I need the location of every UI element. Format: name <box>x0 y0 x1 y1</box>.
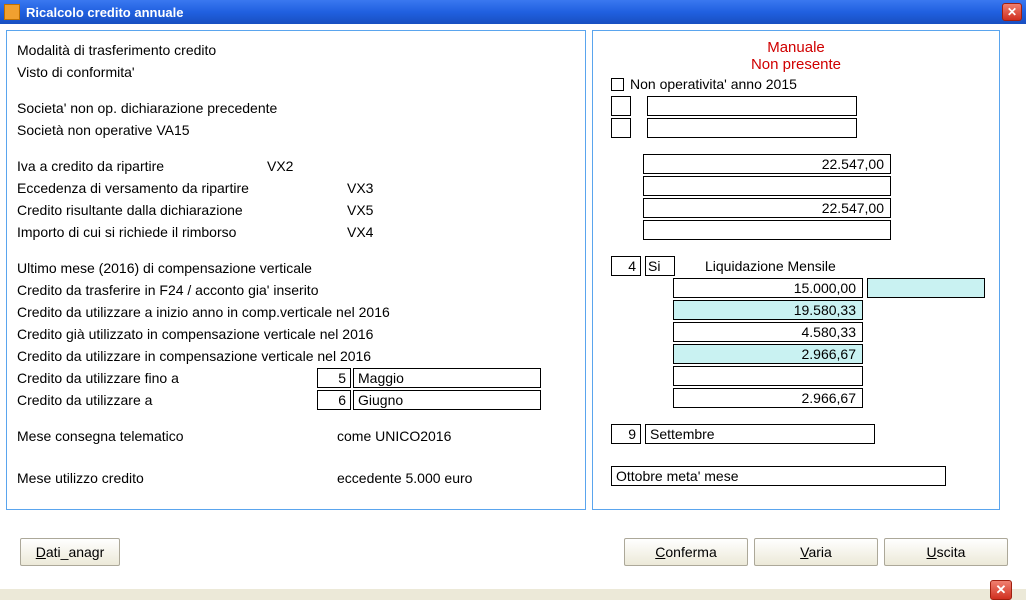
label-iva-credito: Iva a credito da ripartire <box>17 158 267 174</box>
field-soc-prec[interactable] <box>647 96 857 116</box>
field-fino-a[interactable] <box>673 366 863 386</box>
label-ultimo-mese: Ultimo mese (2016) di compensazione vert… <box>17 260 312 276</box>
code-vx3: VX3 <box>347 180 427 196</box>
field-ultimo-num[interactable]: 4 <box>611 256 641 276</box>
label-importo-rimb: Importo di cui si richiede il rimborso <box>17 224 347 240</box>
left-panel: Modalità di trasferimento credito Visto … <box>6 30 586 510</box>
right-panel: Manuale Non presente Non operativita' an… <box>592 30 1000 510</box>
field-mese-util[interactable]: Ottobre meta' mese <box>611 466 946 486</box>
code-vx2: VX2 <box>267 158 347 174</box>
app-icon <box>4 4 20 20</box>
field-soc-va15[interactable] <box>647 118 857 138</box>
input-fino-a-month[interactable]: Maggio <box>353 368 541 388</box>
label-visto: Visto di conformita' <box>17 64 135 80</box>
label-modalita: Modalità di trasferimento credito <box>17 42 216 58</box>
label-eccedenza: Eccedenza di versamento da ripartire <box>17 180 347 196</box>
btn-uscita-rest: scita <box>937 544 966 560</box>
input-a-num[interactable]: 6 <box>317 390 351 410</box>
box-soc-prec[interactable] <box>611 96 631 116</box>
label-liquidazione: Liquidazione Mensile <box>705 258 836 274</box>
field-eccedenza[interactable] <box>643 176 891 196</box>
label-cred-inizio: Credito da utilizzare a inizio anno in c… <box>17 304 390 320</box>
label-cred-gia: Credito già utilizzato in compensazione … <box>17 326 373 342</box>
field-f24[interactable]: 15.000,00 <box>673 278 863 298</box>
label-soc-va15: Società non operative VA15 <box>17 122 190 138</box>
label-telematico: Mese consegna telematico <box>17 428 337 444</box>
btn-dati-rest: ati_anagr <box>46 544 104 560</box>
input-fino-a-num[interactable]: 5 <box>317 368 351 388</box>
field-importo-rimb[interactable] <box>643 220 891 240</box>
label-cred-a: Credito da utilizzare a <box>17 392 317 408</box>
label-mese-util-sub: eccedente 5.000 euro <box>337 470 472 486</box>
uscita-button[interactable]: Uscita <box>884 538 1008 566</box>
field-credito-ris[interactable]: 22.547,00 <box>643 198 891 218</box>
content-area: Modalità di trasferimento credito Visto … <box>0 24 1026 589</box>
field-inizio[interactable]: 19.580,33 <box>673 300 863 320</box>
field-gia[interactable]: 4.580,33 <box>673 322 863 342</box>
label-nonop2015: Non operativita' anno 2015 <box>630 76 797 92</box>
value-manuale: Manuale <box>603 39 989 56</box>
input-a-month[interactable]: Giugno <box>353 390 541 410</box>
checkbox-nonop2015[interactable] <box>611 78 624 91</box>
dati-anagr-button[interactable]: Dati_anagr <box>20 538 120 566</box>
field-ultimo-si[interactable]: Si <box>645 256 675 276</box>
label-soc-prec: Societa' non op. dichiarazione precedent… <box>17 100 277 116</box>
label-cred-fino-a: Credito da utilizzare fino a <box>17 370 317 386</box>
bottom-close-button[interactable]: ✕ <box>990 580 1012 600</box>
field-comp[interactable]: 2.966,67 <box>673 344 863 364</box>
value-non-presente: Non presente <box>603 56 989 73</box>
label-cred-f24: Credito da trasferire in F24 / acconto g… <box>17 282 319 298</box>
main-window: Ricalcolo credito annuale ✕ Modalità di … <box>0 0 1026 589</box>
window-title: Ricalcolo credito annuale <box>26 5 184 20</box>
conferma-button[interactable]: Conferma <box>624 538 748 566</box>
titlebar: Ricalcolo credito annuale ✕ <box>0 0 1026 24</box>
label-telematico-sub: come UNICO2016 <box>337 428 451 444</box>
btn-conf-rest: onferma <box>665 544 716 560</box>
varia-button[interactable]: Varia <box>754 538 878 566</box>
field-tel-num[interactable]: 9 <box>611 424 641 444</box>
code-vx5: VX5 <box>347 202 427 218</box>
titlebar-close-button[interactable]: ✕ <box>1002 3 1022 21</box>
code-vx4: VX4 <box>347 224 427 240</box>
field-f24-extra[interactable] <box>867 278 985 298</box>
field-a[interactable]: 2.966,67 <box>673 388 863 408</box>
field-tel-month[interactable]: Settembre <box>645 424 875 444</box>
label-cred-util-comp: Credito da utilizzare in compensazione v… <box>17 348 371 364</box>
box-soc-va15[interactable] <box>611 118 631 138</box>
field-iva-credito[interactable]: 22.547,00 <box>643 154 891 174</box>
label-credito-ris: Credito risultante dalla dichiarazione <box>17 202 347 218</box>
btn-varia-rest: aria <box>808 544 831 560</box>
label-mese-util: Mese utilizzo credito <box>17 470 337 486</box>
